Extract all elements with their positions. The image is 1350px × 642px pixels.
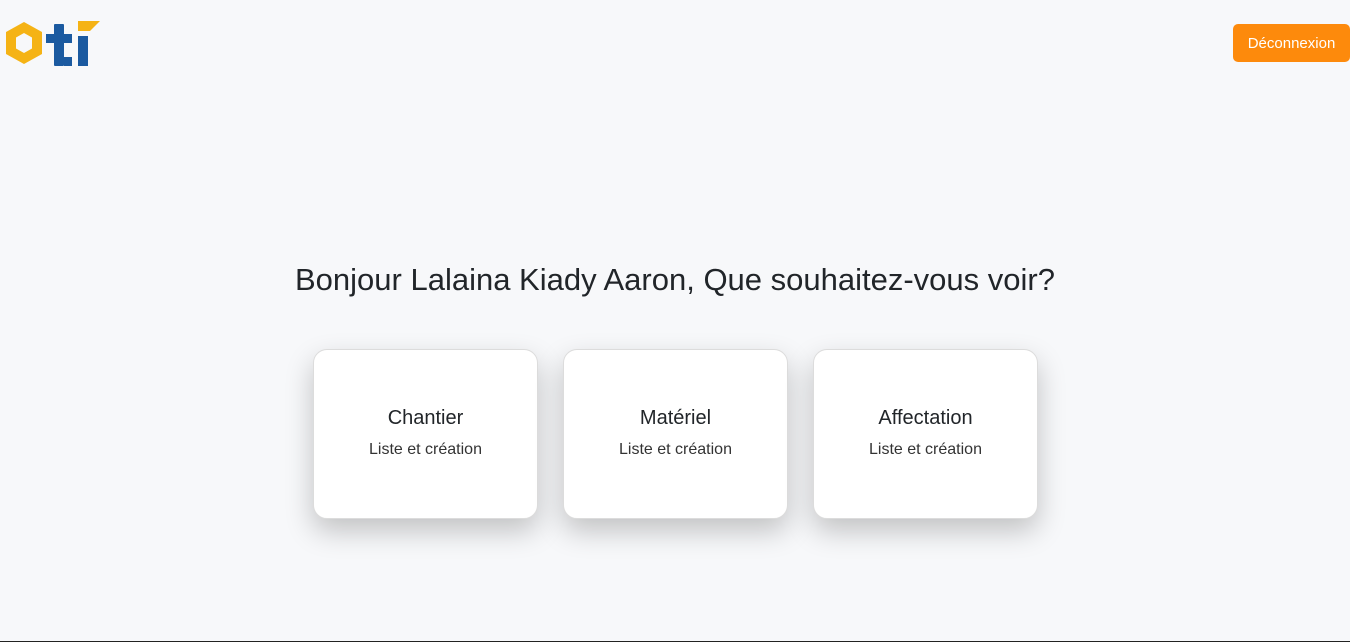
card-title: Affectation — [878, 407, 973, 429]
page-title: Bonjour Lalaina Kiady Aaron, Que souhait… — [295, 262, 1055, 297]
materiel-card[interactable]: Matériel Liste et création — [563, 349, 788, 519]
oti-logo[interactable] — [4, 18, 106, 70]
card-title: Matériel — [639, 407, 712, 429]
chantier-card[interactable]: Chantier Liste et création — [313, 349, 538, 519]
card-subtitle: Liste et création — [369, 441, 482, 458]
card-subtitle: Liste et création — [619, 441, 732, 458]
card-title: Chantier — [387, 407, 464, 429]
logout-button[interactable]: Déconnexion — [1233, 24, 1350, 62]
affectation-card[interactable]: Affectation Liste et création — [813, 349, 1038, 519]
card-subtitle: Liste et création — [869, 441, 982, 458]
menu-cards: Chantier Liste et création Matériel List… — [313, 349, 1038, 519]
